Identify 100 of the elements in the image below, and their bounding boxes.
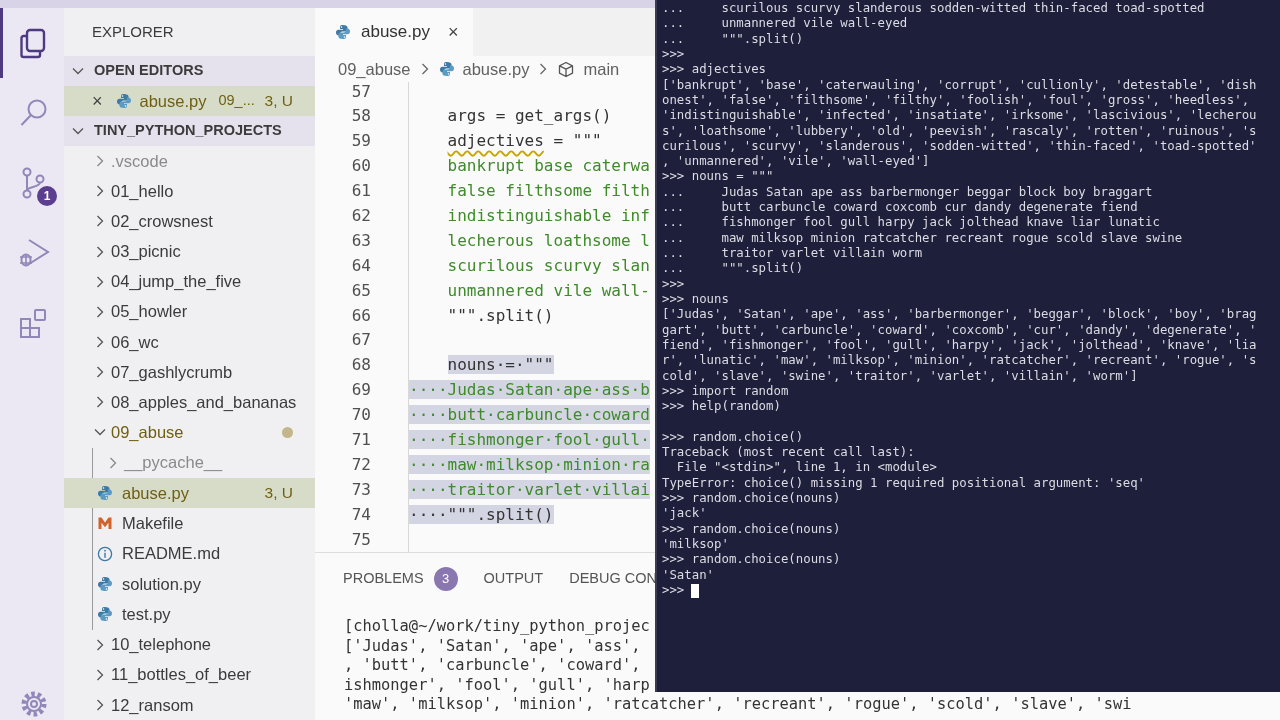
terminal-line: ... traitor varlet villain worm	[662, 246, 924, 262]
breadcrumb-item[interactable]: 09_abuse	[338, 56, 411, 82]
line-number: 75	[350, 528, 371, 551]
count-badge: 1	[37, 186, 57, 206]
line-number: 69	[350, 379, 371, 402]
terminal-line: ... fishmonger fool gull harpy jack jolthead knave liar lunatic	[662, 215, 1161, 231]
close-button[interactable]: ×	[92, 91, 103, 110]
panel-tab[interactable]: PROBLEMS 3	[343, 567, 458, 591]
breadcrumb-item[interactable]: main	[557, 56, 620, 82]
text-cursor	[691, 583, 700, 598]
prompt: >>>	[662, 582, 685, 599]
info-icon	[97, 545, 113, 562]
section-header[interactable]: OPEN EDITORS	[64, 55, 315, 86]
terminal-line: r', 'lunatic', 'maw', 'milksop', 'minion', 'ratcatcher', 'recreant', 'rogue', 's	[662, 353, 1258, 369]
tree-item[interactable]: 06_wc	[64, 326, 315, 358]
tree-item[interactable]: 12_ransom	[64, 689, 315, 720]
terminal-line: , 'unmannered', 'vile', 'wall-eyed']	[662, 154, 931, 170]
run-debug-icon[interactable]	[17, 237, 50, 269]
python-icon	[115, 92, 132, 109]
terminal-line: >>> random.choice(nouns)	[662, 521, 842, 537]
line-number: 61	[350, 180, 371, 203]
tree-item[interactable]: 08_apples_and_bananas	[64, 387, 315, 418]
terminal-line: ['bankrupt', 'base', 'caterwauling', 'corrupt', 'cullionly', 'detestable', 'dish	[662, 77, 1258, 93]
python-icon	[97, 485, 113, 501]
terminal-line: gart', 'butt', 'carbuncle', 'coward', 'coxcomb', 'cur', 'dandy', 'degenerate', '	[662, 322, 1258, 338]
panel-tab[interactable]: OUTPUT	[483, 568, 544, 590]
terminal-line: 'indistinguishable', 'infected', 'insatiate', 'irksome', 'lascivious', 'lecherou	[662, 108, 1258, 124]
tree-item[interactable]: abuse.py 3, U	[64, 477, 315, 509]
python-icon	[335, 24, 351, 40]
tree-item[interactable]: 04_jump_the_five	[64, 266, 315, 297]
line-number: 62	[350, 204, 371, 227]
code-line: false filthsome filth	[446, 181, 650, 201]
terminal-line: [cholla@~/work/tiny_python_projec	[344, 617, 651, 637]
tree-item[interactable]: README.md	[64, 538, 315, 569]
terminal-line: ... butt carbuncle coward coxcomb cur dandy degenerate fiend	[662, 200, 1139, 216]
terminal-line: ... scurilous scurvy slanderous sodden-witted thin-faced toad-spotted	[662, 1, 1206, 17]
terminal-line: >>>	[662, 46, 686, 63]
python-icon	[97, 606, 113, 623]
code-line: bankrupt base caterwa	[446, 156, 650, 176]
tree-item[interactable]: 11_bottles_of_beer	[64, 659, 315, 690]
tree-item[interactable]: 01_hello	[64, 176, 315, 207]
terminal-line: >>> nouns	[662, 291, 730, 308]
terminal-line: 'maw', 'milksop', 'minion', 'ratcatcher', 'recreant', 'rogue', 'scold', 'slave', 'swi	[344, 695, 1133, 715]
breadcrumb-item[interactable]: abuse.py	[438, 56, 530, 82]
python-icon	[97, 576, 113, 593]
terminal-line: >>> help(random)	[662, 399, 782, 415]
line-number: 74	[350, 503, 371, 526]
terminal-line: ['Judas', 'Satan', 'ape', 'ass', 'barbermonger', 'beggar', 'block', 'boy', 'brag	[662, 307, 1258, 323]
terminal-line: >>> adjectives	[662, 62, 768, 78]
line-number: 60	[350, 155, 371, 178]
terminal-line: ... Judas Satan ape ass barbermonger beggar block boy braggart	[662, 184, 1154, 201]
line-number: 71	[350, 428, 371, 451]
line-number: 64	[350, 254, 371, 277]
code-line: unmannered vile wall-	[446, 280, 650, 300]
open-editor-item[interactable]: × abuse.py 09_... 3, U	[64, 85, 315, 116]
terminal-line: ['Judas', 'Satan', 'ape', 'ass',	[344, 636, 642, 657]
file-status: 3, U	[264, 91, 294, 112]
tree-item[interactable]: 10_telephone	[64, 629, 315, 660]
section-header[interactable]: TINY_PYTHON_PROJECTS	[64, 115, 315, 147]
terminal-line: ... maw milksop minion ratcatcher recreant rogue scold slave swine	[662, 230, 1184, 246]
line-number: 65	[350, 279, 371, 302]
code-line: args = get_args()	[446, 106, 612, 126]
terminal-line: 'jack'	[662, 506, 708, 522]
terminal-line: curilous', 'scurvy', 'slanderous', 'sodden-witted', 'thin-faced', 'toad-spotted'	[662, 138, 1258, 155]
tree-item[interactable]: 02_crowsnest	[64, 206, 315, 237]
terminal-line: 'Satan'	[662, 567, 716, 583]
terminal-line: fiend', 'fishmonger', 'fool', 'gull', 'harpy', 'jack', 'jolthead', 'knave', 'lia	[662, 337, 1258, 354]
tree-item[interactable]: 05_howler	[64, 296, 315, 327]
code-line: adjectives = """	[446, 131, 602, 151]
tree-item[interactable]: 09_abuse	[64, 417, 315, 448]
terminal-line: onest', 'false', 'filthsome', 'filthy', 'foolish', 'foul', 'gross', 'heedless',	[662, 92, 1251, 109]
code-line: lecherous loathsome l	[446, 230, 650, 250]
code-line: """.split()	[446, 305, 554, 325]
line-number: 73	[350, 478, 371, 501]
terminal-line: >>> nouns = """	[662, 169, 775, 185]
terminal-line: 'milksop'	[662, 536, 730, 553]
tree-item[interactable]: test.py	[64, 599, 315, 630]
line-number: 68	[350, 354, 371, 377]
tree-item[interactable]: solution.py	[64, 568, 315, 600]
terminal-line: >>> import random	[662, 383, 790, 400]
file-path: 09_...	[218, 91, 255, 110]
terminal-line: , 'butt', 'carbuncle', 'coward',	[344, 656, 642, 676]
line-number: 58	[350, 105, 371, 128]
line-number: 66	[350, 304, 371, 327]
tree-item[interactable]: 03_picnic	[64, 236, 315, 267]
editor-tab[interactable]: abuse.py ×	[315, 8, 473, 56]
python-icon	[438, 61, 455, 77]
terminal-line: s', 'loathsome', 'lubbery', 'old', 'peevish', 'rascaly', 'rotten', 'ruinous', 's	[662, 123, 1258, 139]
terminal-line: File "<stdin>", line 1, in <module>	[675, 460, 938, 476]
cube-icon	[557, 60, 576, 78]
tree-item[interactable]: Makefile	[64, 508, 315, 539]
line-number: 70	[350, 404, 371, 427]
terminal-line: >>>	[662, 276, 686, 292]
terminal-line: ... """.split()	[662, 31, 805, 47]
line-number: 67	[350, 329, 371, 352]
line-number: 57	[350, 82, 371, 103]
tree-item[interactable]: 07_gashlycrumb	[64, 357, 315, 388]
terminal-line: ... """.split()	[662, 261, 805, 277]
line-number: 72	[350, 453, 371, 476]
close-button[interactable]: ×	[448, 23, 459, 41]
